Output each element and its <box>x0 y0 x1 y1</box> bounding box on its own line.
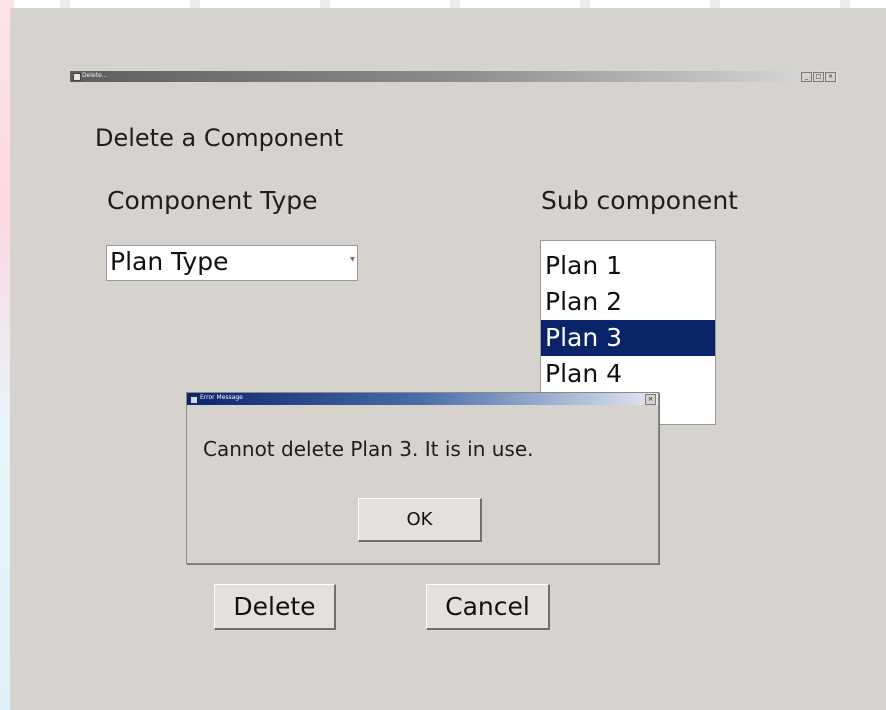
window-title: Delete... <box>82 72 108 79</box>
dialog-message: Cannot delete Plan 3. It is in use. <box>203 437 534 461</box>
list-item[interactable]: Plan 2 <box>541 284 715 320</box>
window-controls: _ □ × <box>801 72 836 82</box>
component-type-label: Component Type <box>107 186 318 215</box>
cancel-button[interactable]: Cancel <box>426 584 550 630</box>
ok-button[interactable]: OK <box>358 498 482 542</box>
sub-component-items: Plan 1 Plan 2 Plan 3 Plan 4 <box>541 248 715 392</box>
maximize-button[interactable]: □ <box>813 72 824 82</box>
app-icon <box>73 73 81 81</box>
component-type-select[interactable]: Plan Type ▾ <box>106 245 358 281</box>
list-item[interactable]: Plan 1 <box>541 248 715 284</box>
dropdown-arrow-icon[interactable]: ▾ <box>350 254 355 265</box>
list-item[interactable]: Plan 3 <box>541 320 715 356</box>
page-title: Delete a Component <box>95 124 344 152</box>
close-button[interactable]: × <box>825 72 836 82</box>
window-titlebar[interactable]: Delete... _ □ × <box>70 71 838 82</box>
dialog-app-icon <box>190 396 198 404</box>
list-item[interactable]: Plan 4 <box>541 356 715 392</box>
dialog-close-button[interactable]: × <box>645 394 656 405</box>
minimize-button[interactable]: _ <box>801 72 812 82</box>
dialog-titlebar[interactable]: Error Message × <box>187 393 658 405</box>
component-type-value: Plan Type <box>110 247 229 276</box>
sub-component-label: Sub component <box>541 186 738 215</box>
error-dialog: Error Message × Cannot delete Plan 3. It… <box>186 392 659 564</box>
dialog-title: Error Message <box>200 394 243 401</box>
delete-button[interactable]: Delete <box>214 584 336 630</box>
